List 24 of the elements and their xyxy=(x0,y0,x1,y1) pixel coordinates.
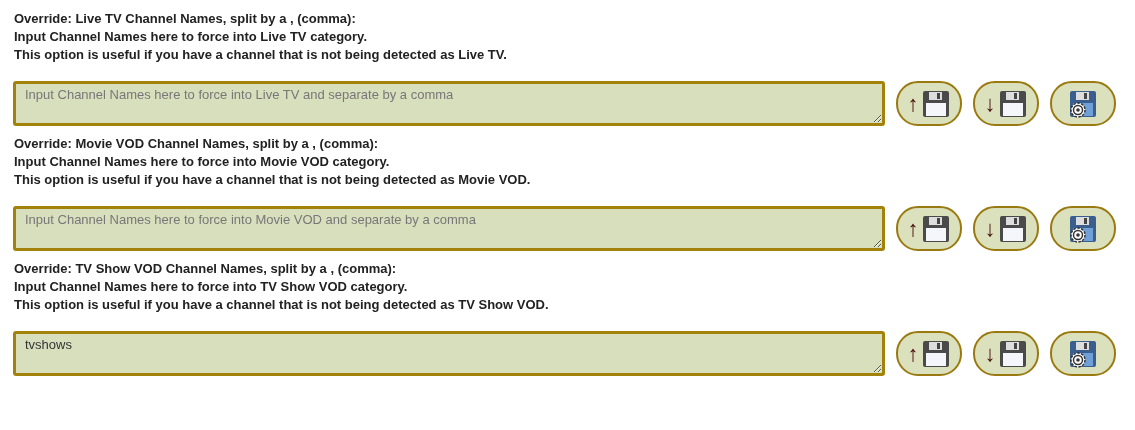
floppy-gear-icon xyxy=(1068,88,1098,119)
description-text: Input Channel Names here to force into TV Show VOD category. xyxy=(14,278,409,296)
floppy-gear-icon xyxy=(1068,338,1098,369)
floppy-gear-icon xyxy=(1068,213,1098,244)
save-button[interactable]: ↓ xyxy=(973,81,1039,126)
save-button[interactable]: ↓ xyxy=(973,331,1039,376)
description-text: This option is useful if you have a channel that is not being detected as TV Show VOD. xyxy=(14,296,550,314)
description-text: This option is useful if you have a channel that is not being detected as Live TV. xyxy=(14,46,508,64)
description-text: Override: Live TV Channel Names, split by a , (comma): xyxy=(14,10,357,28)
load-button[interactable]: ↑ xyxy=(896,206,962,251)
load-button[interactable]: ↑ xyxy=(896,81,962,126)
channel-names-field[interactable]: tvshows xyxy=(13,331,885,376)
settings-button[interactable] xyxy=(1050,331,1116,376)
channel-names-field[interactable]: Input Channel Names here to force into Live TV and separate by a comma xyxy=(13,81,885,126)
load-button[interactable]: ↑ xyxy=(896,331,962,376)
description-text: Override: TV Show VOD Channel Names, split by a , (comma): xyxy=(14,260,398,278)
channel-names-field[interactable]: Input Channel Names here to force into Movie VOD and separate by a comma xyxy=(13,206,885,251)
settings-button[interactable] xyxy=(1050,206,1116,251)
description-text: Input Channel Names here to force into Live TV category. xyxy=(14,28,368,46)
settings-button[interactable] xyxy=(1050,81,1116,126)
description-text: This option is useful if you have a channel that is not being detected as Movie VOD. xyxy=(14,171,532,189)
description-text: Override: Movie VOD Channel Names, split by a , (comma): xyxy=(14,135,380,153)
description-text: Input Channel Names here to force into Movie VOD category. xyxy=(14,153,391,171)
save-button[interactable]: ↓ xyxy=(973,206,1039,251)
